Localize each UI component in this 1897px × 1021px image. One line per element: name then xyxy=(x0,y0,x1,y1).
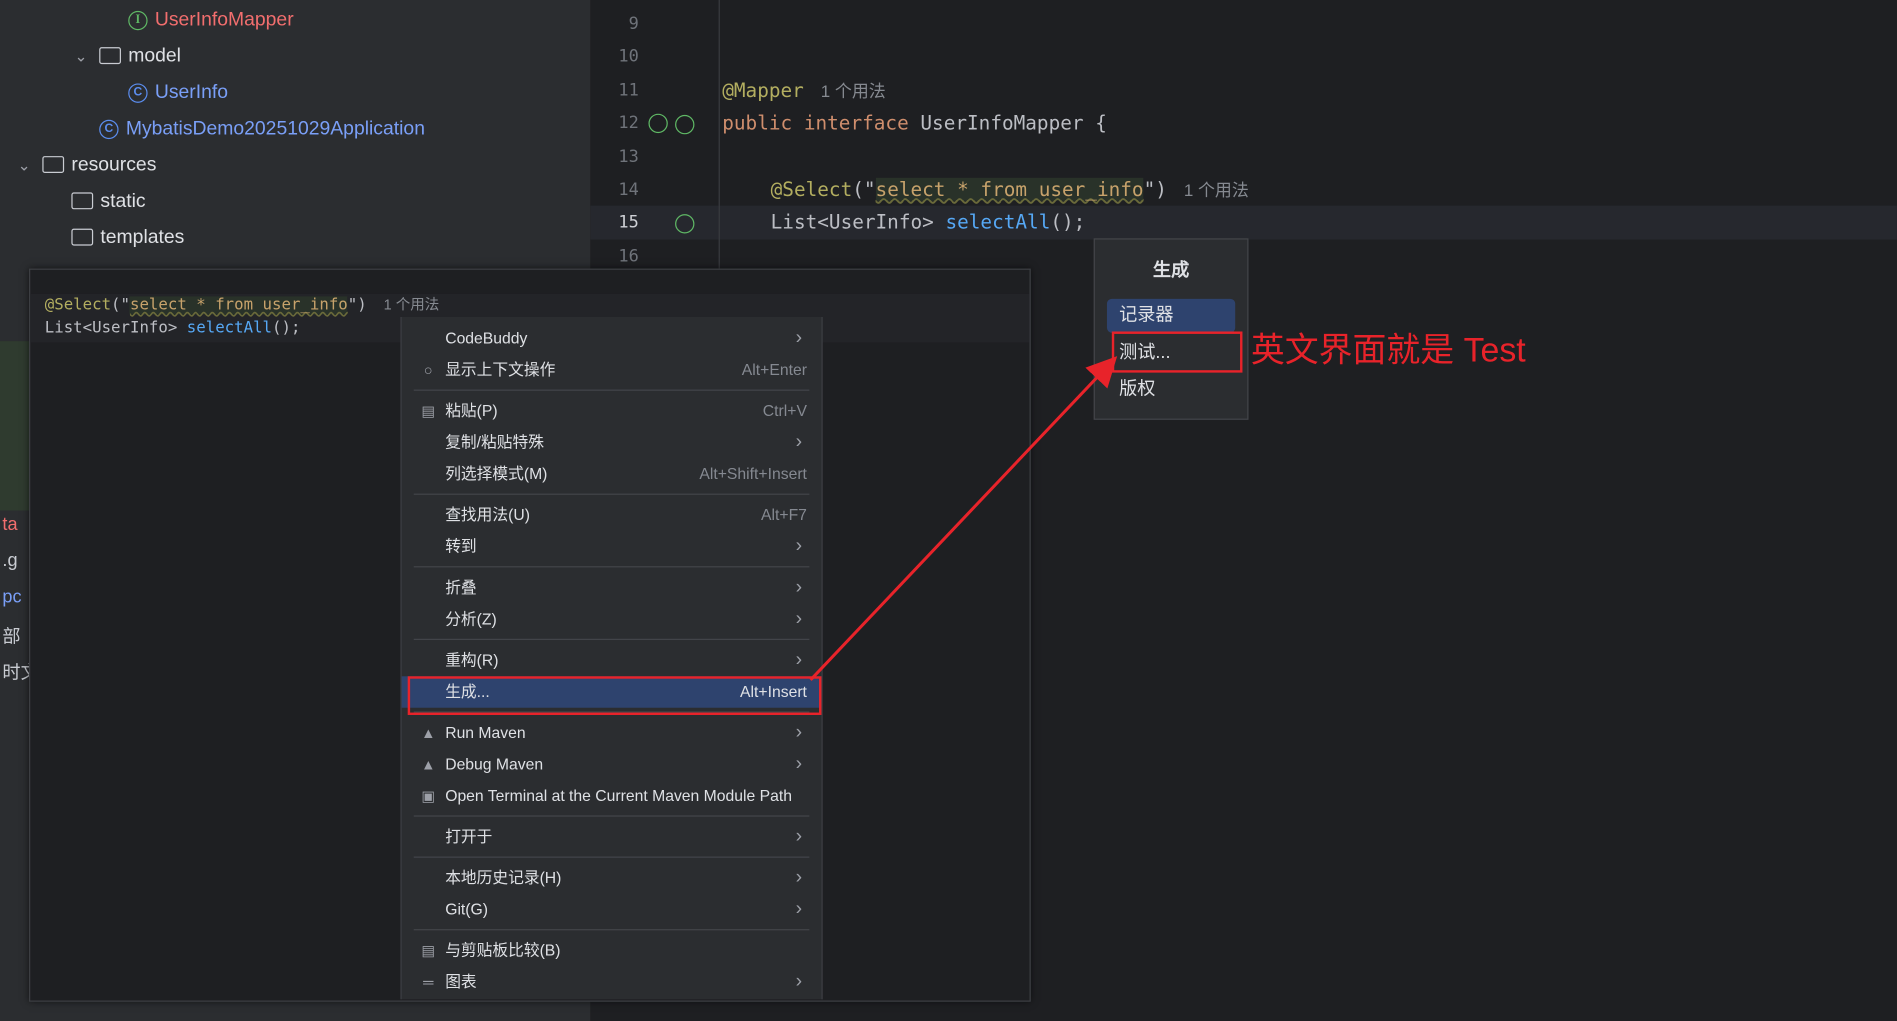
annotation-arrow xyxy=(809,356,1118,681)
annotation-note: 英文界面就是 Test xyxy=(1250,331,1526,369)
ide-window: I UserInfoMapper ⌄ model C UserInfo C Mybat… xyxy=(0,0,1897,1021)
